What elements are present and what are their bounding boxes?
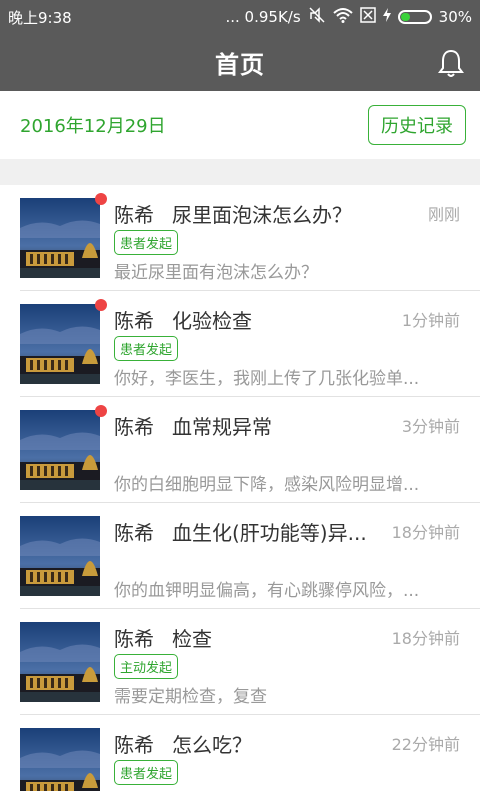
conversation-subject: 尿里面泡沫怎么办？	[172, 203, 352, 227]
battery-percent: 30%	[438, 8, 472, 26]
unread-dot	[95, 405, 107, 417]
avatar	[20, 304, 100, 384]
battery-icon	[397, 10, 432, 24]
conversation-subject: 检查	[172, 627, 212, 651]
message-preview: 需要定期检查，复查	[114, 687, 267, 707]
conversation-row[interactable]: 陈希 血常规异常 3分钟前你的白细胞明显下降，感染风险明显增...	[20, 397, 480, 503]
message-preview: 你好，李医生，我刚上传了几张化验单...	[114, 369, 420, 389]
avatar	[20, 622, 100, 702]
conversation-time: 刚刚	[427, 205, 460, 224]
bell-icon[interactable]	[438, 48, 464, 78]
sender-name: 陈希	[114, 415, 154, 439]
initiator-badge: 患者发起	[114, 336, 179, 361]
message-preview: 你的血钾明显偏高，有心跳骤停风险，...	[114, 581, 420, 601]
sender-name: 陈希	[114, 733, 154, 757]
conversation-time: 18分钟前	[391, 523, 460, 542]
conversation-row[interactable]: 陈希 怎么吃？ 22分钟前患者发起	[20, 715, 480, 791]
message-preview: 最近尿里面有泡沫怎么办？	[114, 263, 318, 283]
unread-dot	[95, 299, 107, 311]
sender-name: 陈希	[114, 309, 154, 333]
conversation-subject: 血生化(肝功能等)异...	[172, 521, 367, 545]
charging-icon	[382, 8, 391, 26]
title-bar: 首页	[0, 34, 480, 91]
avatar	[20, 198, 100, 278]
conversation-time: 1分钟前	[401, 311, 460, 330]
conversation-time: 3分钟前	[401, 417, 460, 436]
avatar	[20, 410, 100, 490]
page-title: 首页	[215, 51, 265, 79]
status-time: 晚上9:38	[8, 8, 72, 27]
conversation-subject: 血常规异常	[172, 415, 272, 439]
network-speed: ... 0.95K/s	[225, 8, 301, 26]
message-preview: 你的白细胞明显下降，感染风险明显增...	[114, 475, 420, 495]
current-date: 2016年12月29日	[20, 116, 166, 137]
avatar	[20, 728, 100, 791]
conversation-row[interactable]: 陈希 血生化(肝功能等)异... 18分钟前你的血钾明显偏高，有心跳骤停风险，...	[20, 503, 480, 609]
initiator-badge: 患者发起	[114, 230, 179, 255]
conversation-time: 22分钟前	[391, 735, 460, 754]
conversation-list: 陈希 尿里面泡沫怎么办？ 刚刚 患者发起 最近尿里面有泡沫怎么办？ 陈希 化验检查 1分钟前…	[0, 185, 480, 791]
status-bar: 晚上9:38 ... 0.95K/s 30%	[0, 0, 480, 34]
conversation-row[interactable]: 陈希 检查 18分钟前主动发起需要定期检查，复查	[20, 609, 480, 715]
date-bar: 2016年12月29日 历史记录	[0, 91, 480, 159]
sim-blocked-icon	[359, 7, 376, 27]
sender-name: 陈希	[114, 521, 154, 545]
conversation-row[interactable]: 陈希 尿里面泡沫怎么办？ 刚刚患者发起最近尿里面有泡沫怎么办？	[20, 185, 480, 291]
wifi-icon	[332, 7, 353, 27]
initiator-badge: 主动发起	[114, 654, 179, 679]
avatar	[20, 516, 100, 596]
unread-dot	[95, 193, 107, 205]
initiator-badge: 患者发起	[114, 760, 179, 785]
conversation-subject: 怎么吃？	[172, 733, 252, 757]
conversation-row[interactable]: 陈希 化验检查 1分钟前患者发起你好，李医生，我刚上传了几张化验单...	[20, 291, 480, 397]
sender-name: 陈希	[114, 627, 154, 651]
history-button[interactable]: 历史记录	[368, 105, 466, 145]
mute-icon	[308, 7, 326, 27]
sender-name: 陈希	[114, 203, 154, 227]
conversation-subject: 化验检查	[172, 309, 252, 333]
conversation-time: 18分钟前	[391, 629, 460, 648]
status-icons: ... 0.95K/s 30%	[225, 7, 472, 27]
